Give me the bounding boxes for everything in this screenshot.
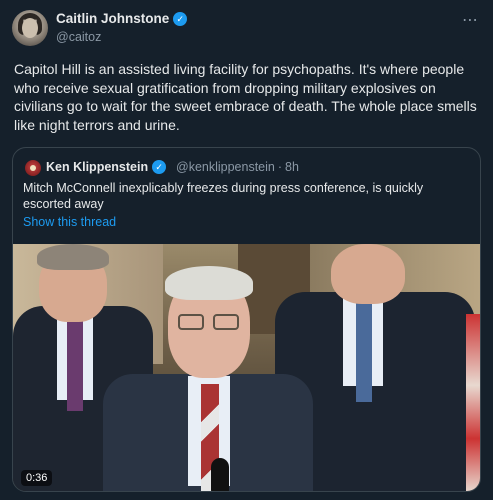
verified-badge-icon: ✓	[173, 11, 188, 26]
quoted-author-row: Ken Klippenstein ✓	[46, 160, 167, 174]
more-options-icon[interactable]: ⋯	[462, 10, 479, 30]
quoted-tweet[interactable]: Ken Klippenstein ✓ @kenklippenstein · 8h…	[12, 147, 481, 492]
verified-badge-icon: ✓	[152, 160, 167, 174]
video-timestamp: 0:36	[21, 470, 53, 486]
author-name-row[interactable]: Caitlin Johnstone ✓	[56, 11, 188, 26]
flag	[466, 314, 480, 491]
quoted-author-name: Ken Klippenstein	[46, 160, 149, 174]
show-thread-link[interactable]: Show this thread	[23, 215, 116, 229]
quoted-author-avatar	[25, 160, 41, 176]
quoted-author-handle: @kenklippenstein	[176, 160, 275, 174]
tweet-text: Capitol Hill is an assisted living facil…	[14, 61, 477, 133]
quoted-time: 8h	[285, 160, 299, 174]
tweet-card: Caitlin Johnstone ✓ @caitoz ⋯ Capitol Hi…	[0, 0, 493, 500]
author-name[interactable]: Caitlin Johnstone	[56, 11, 169, 26]
microphone	[211, 458, 229, 491]
author-avatar[interactable]	[12, 10, 48, 46]
quoted-text: Mitch McConnell inexplicably freezes dur…	[23, 181, 424, 211]
video-player[interactable]: 0:36	[13, 244, 480, 491]
quoted-meta: @kenklippenstein · 8h	[176, 160, 299, 174]
author-handle[interactable]: @caitoz	[56, 30, 101, 44]
meta-separator: ·	[277, 160, 283, 174]
